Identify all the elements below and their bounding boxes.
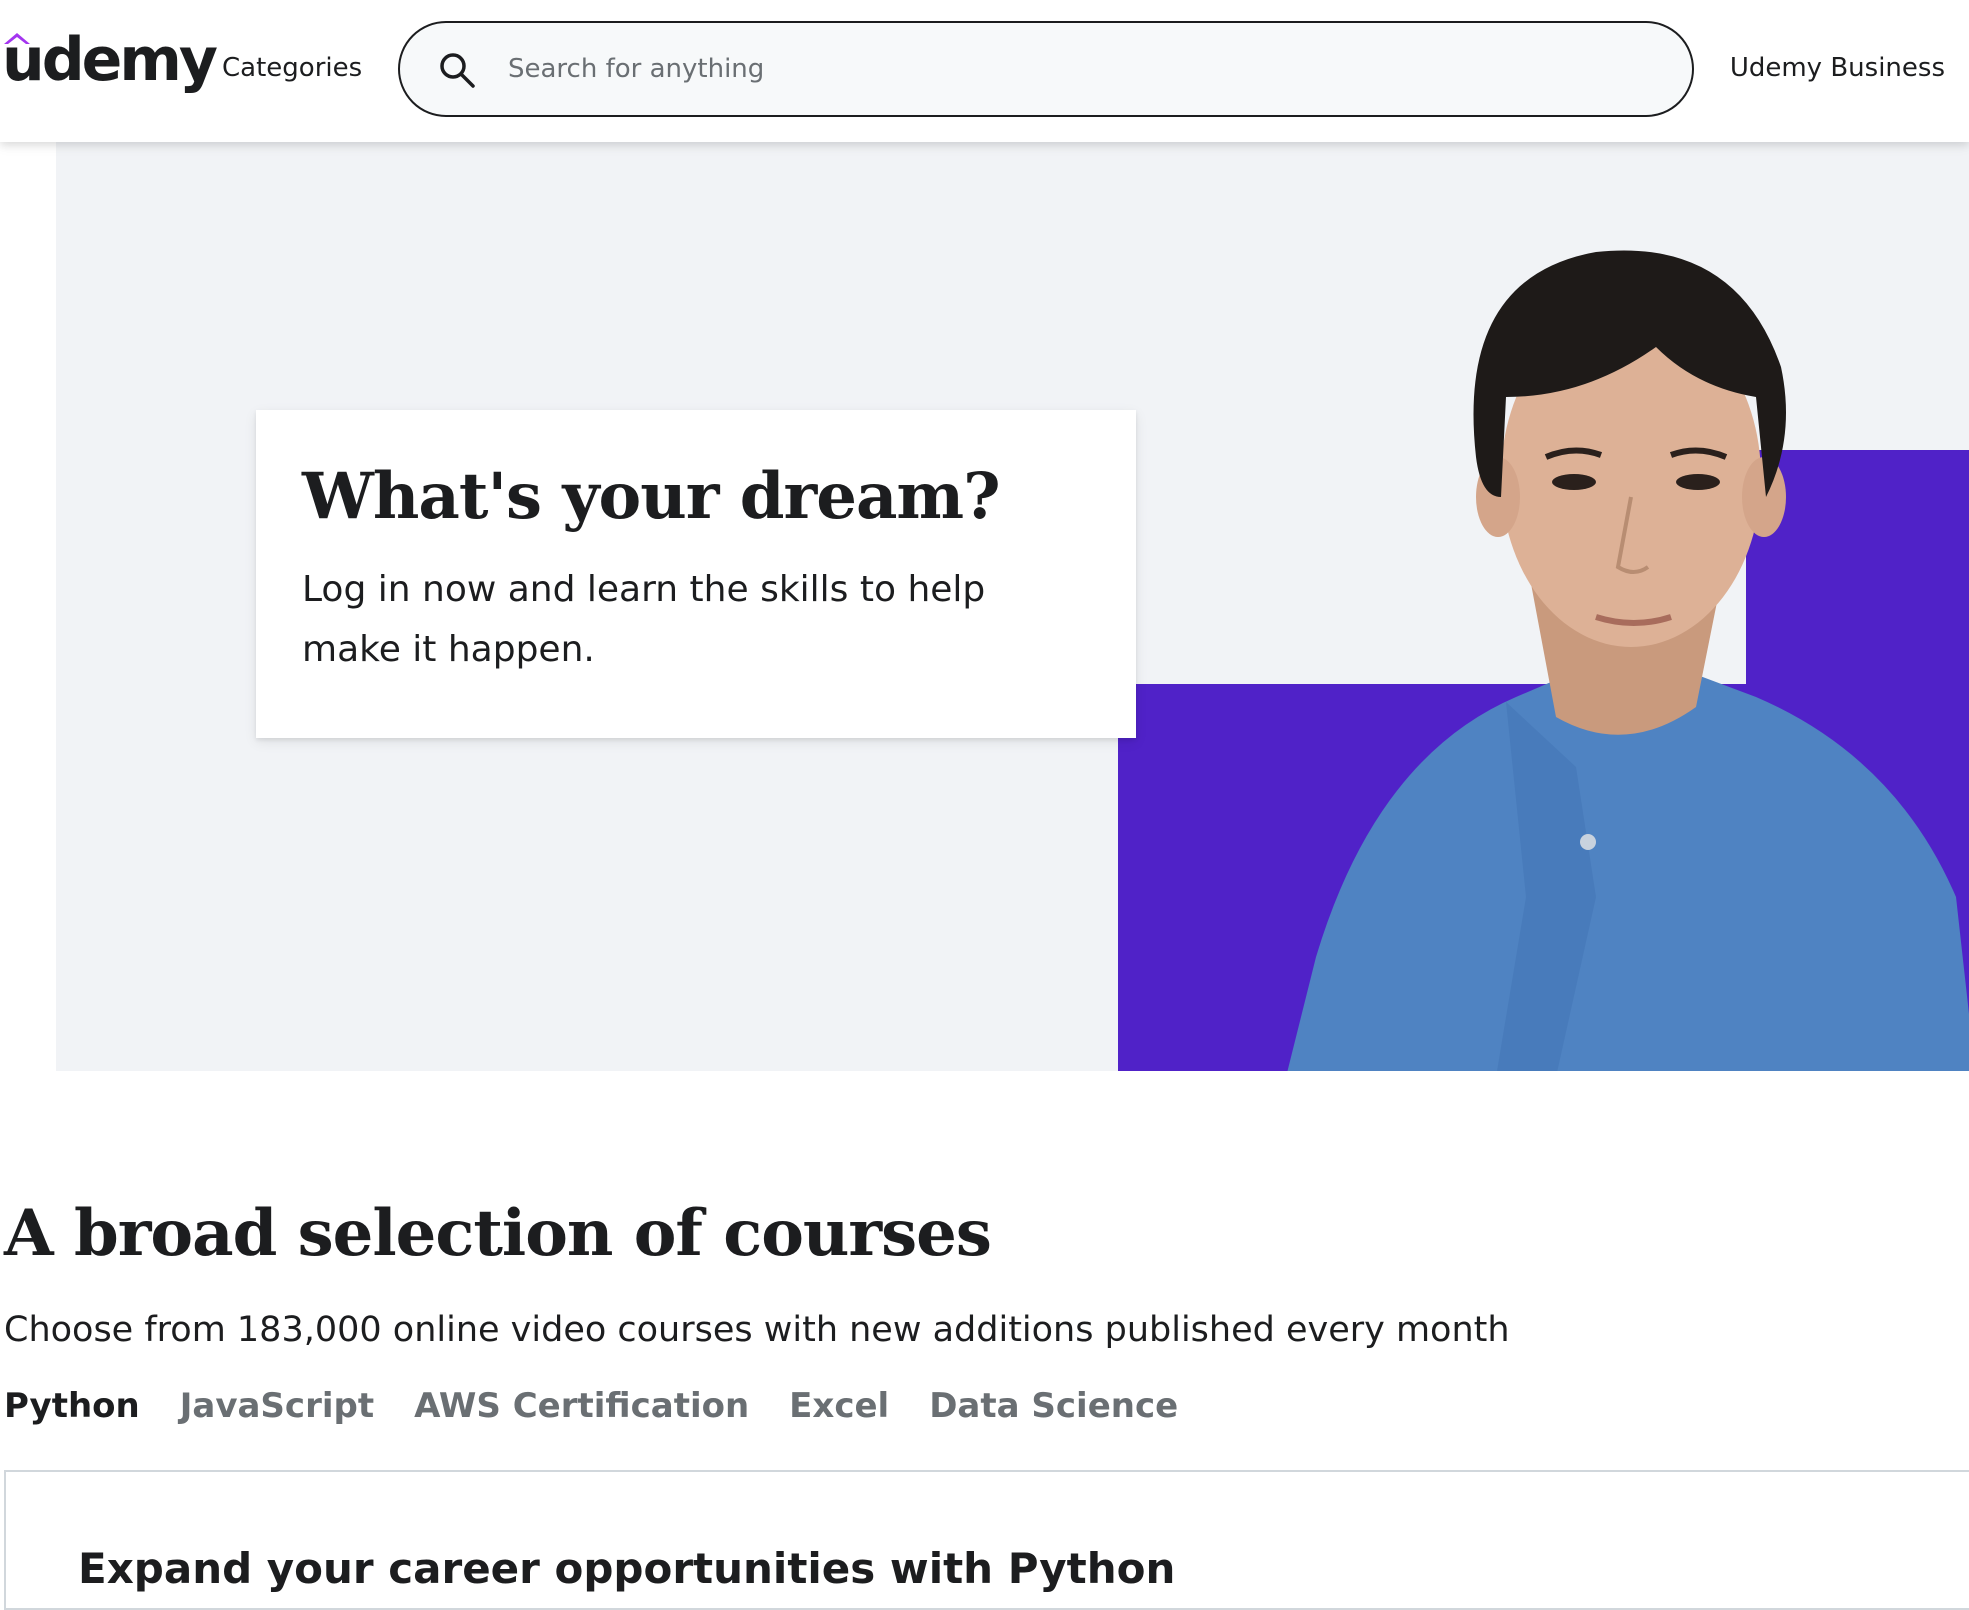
tab-python[interactable]: Python xyxy=(4,1386,140,1426)
search-bar xyxy=(398,21,1694,117)
course-topic-tabs: Python JavaScript AWS Certification Exce… xyxy=(4,1386,1178,1426)
search-input[interactable] xyxy=(508,43,1648,95)
hero-card: What's your dream? Log in now and learn … xyxy=(256,410,1136,738)
panel-heading: Expand your career opportunities with Py… xyxy=(78,1544,1176,1593)
search-icon[interactable] xyxy=(436,49,478,91)
tab-data-science[interactable]: Data Science xyxy=(929,1386,1178,1426)
categories-menu[interactable]: Categories xyxy=(222,53,362,83)
hero-subtitle: Log in now and learn the skills to help … xyxy=(302,569,986,671)
hero-title: What's your dream? xyxy=(302,459,1001,534)
tab-excel[interactable]: Excel xyxy=(789,1386,889,1426)
course-tab-panel: Expand your career opportunities with Py… xyxy=(4,1470,1969,1610)
logo-text: udemy xyxy=(2,25,218,95)
udemy-logo[interactable]: udemy xyxy=(0,22,218,112)
courses-section-title: A broad selection of courses xyxy=(4,1196,992,1271)
hero-banner: What's your dream? Log in now and learn … xyxy=(56,142,1969,1071)
tab-aws-certification[interactable]: AWS Certification xyxy=(414,1386,749,1426)
top-nav: udemy Categories Udemy Business xyxy=(0,0,1969,142)
udemy-business-link[interactable]: Udemy Business xyxy=(1730,53,1945,83)
hero-person-image xyxy=(1287,250,1969,1071)
courses-section-subtitle: Choose from 183,000 online video courses… xyxy=(4,1310,1510,1350)
tab-javascript[interactable]: JavaScript xyxy=(180,1386,374,1426)
